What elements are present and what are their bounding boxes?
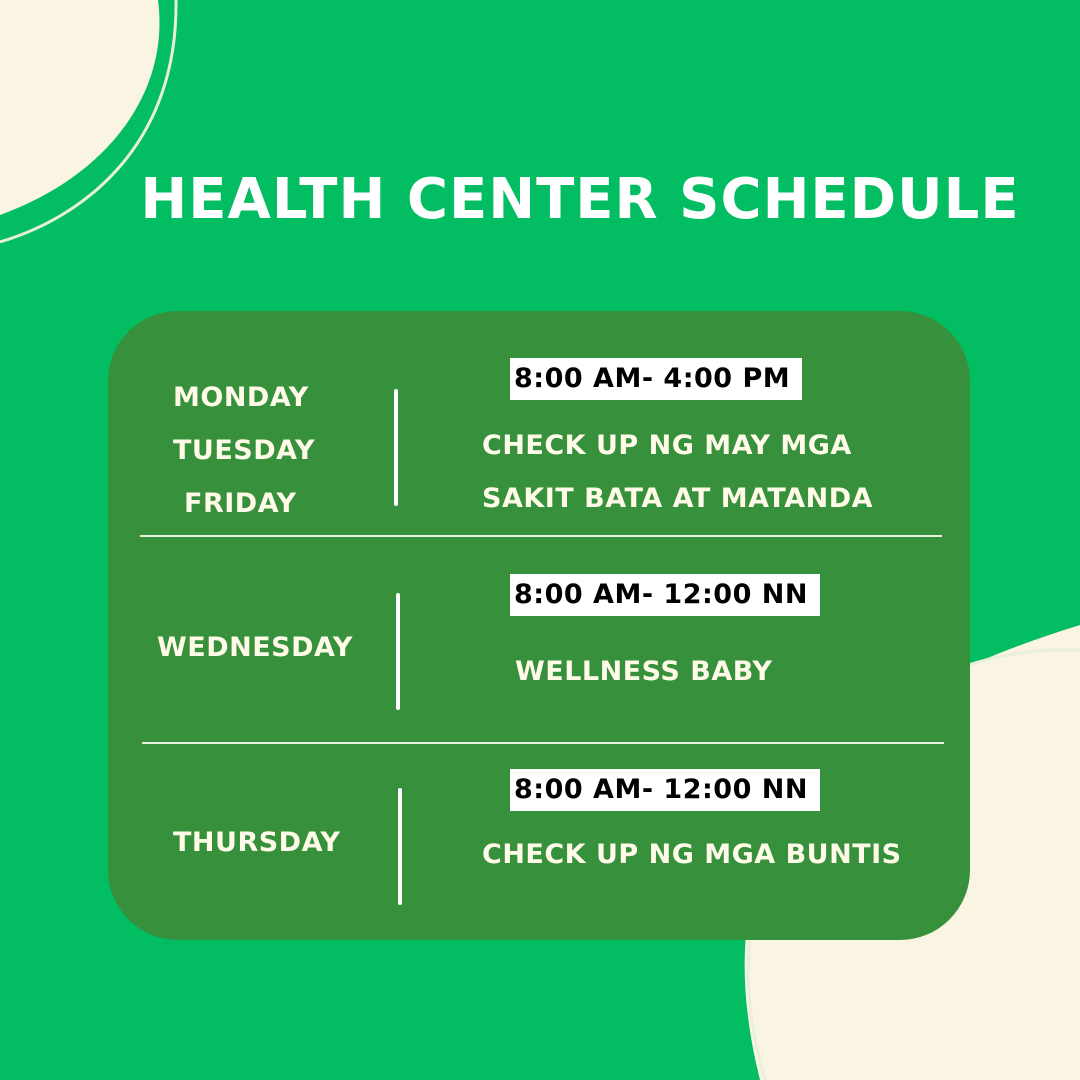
- day-label: MONDAY: [173, 382, 309, 413]
- service-description: CHECK UP NG MAY MGA: [482, 430, 852, 461]
- service-description: SAKIT BATA AT MATANDA: [482, 483, 874, 514]
- time-badge: 8:00 AM- 12:00 NN: [510, 574, 820, 616]
- column-divider: [398, 788, 402, 905]
- time-badge: 8:00 AM- 4:00 PM: [510, 358, 803, 400]
- day-label: FRIDAY: [184, 488, 297, 519]
- column-divider: [394, 389, 398, 506]
- day-label: THURSDAY: [173, 827, 341, 858]
- row-divider: [142, 742, 944, 744]
- time-badge: 8:00 AM- 12:00 NN: [510, 769, 820, 811]
- column-divider: [396, 593, 400, 710]
- service-description: CHECK UP NG MGA BUNTIS: [482, 839, 902, 870]
- day-label: WEDNESDAY: [157, 632, 353, 663]
- page-title: HEALTH CENTER SCHEDULE: [140, 167, 1020, 232]
- service-description: WELLNESS BABY: [515, 656, 773, 687]
- day-label: TUESDAY: [173, 435, 316, 466]
- row-divider: [140, 535, 942, 537]
